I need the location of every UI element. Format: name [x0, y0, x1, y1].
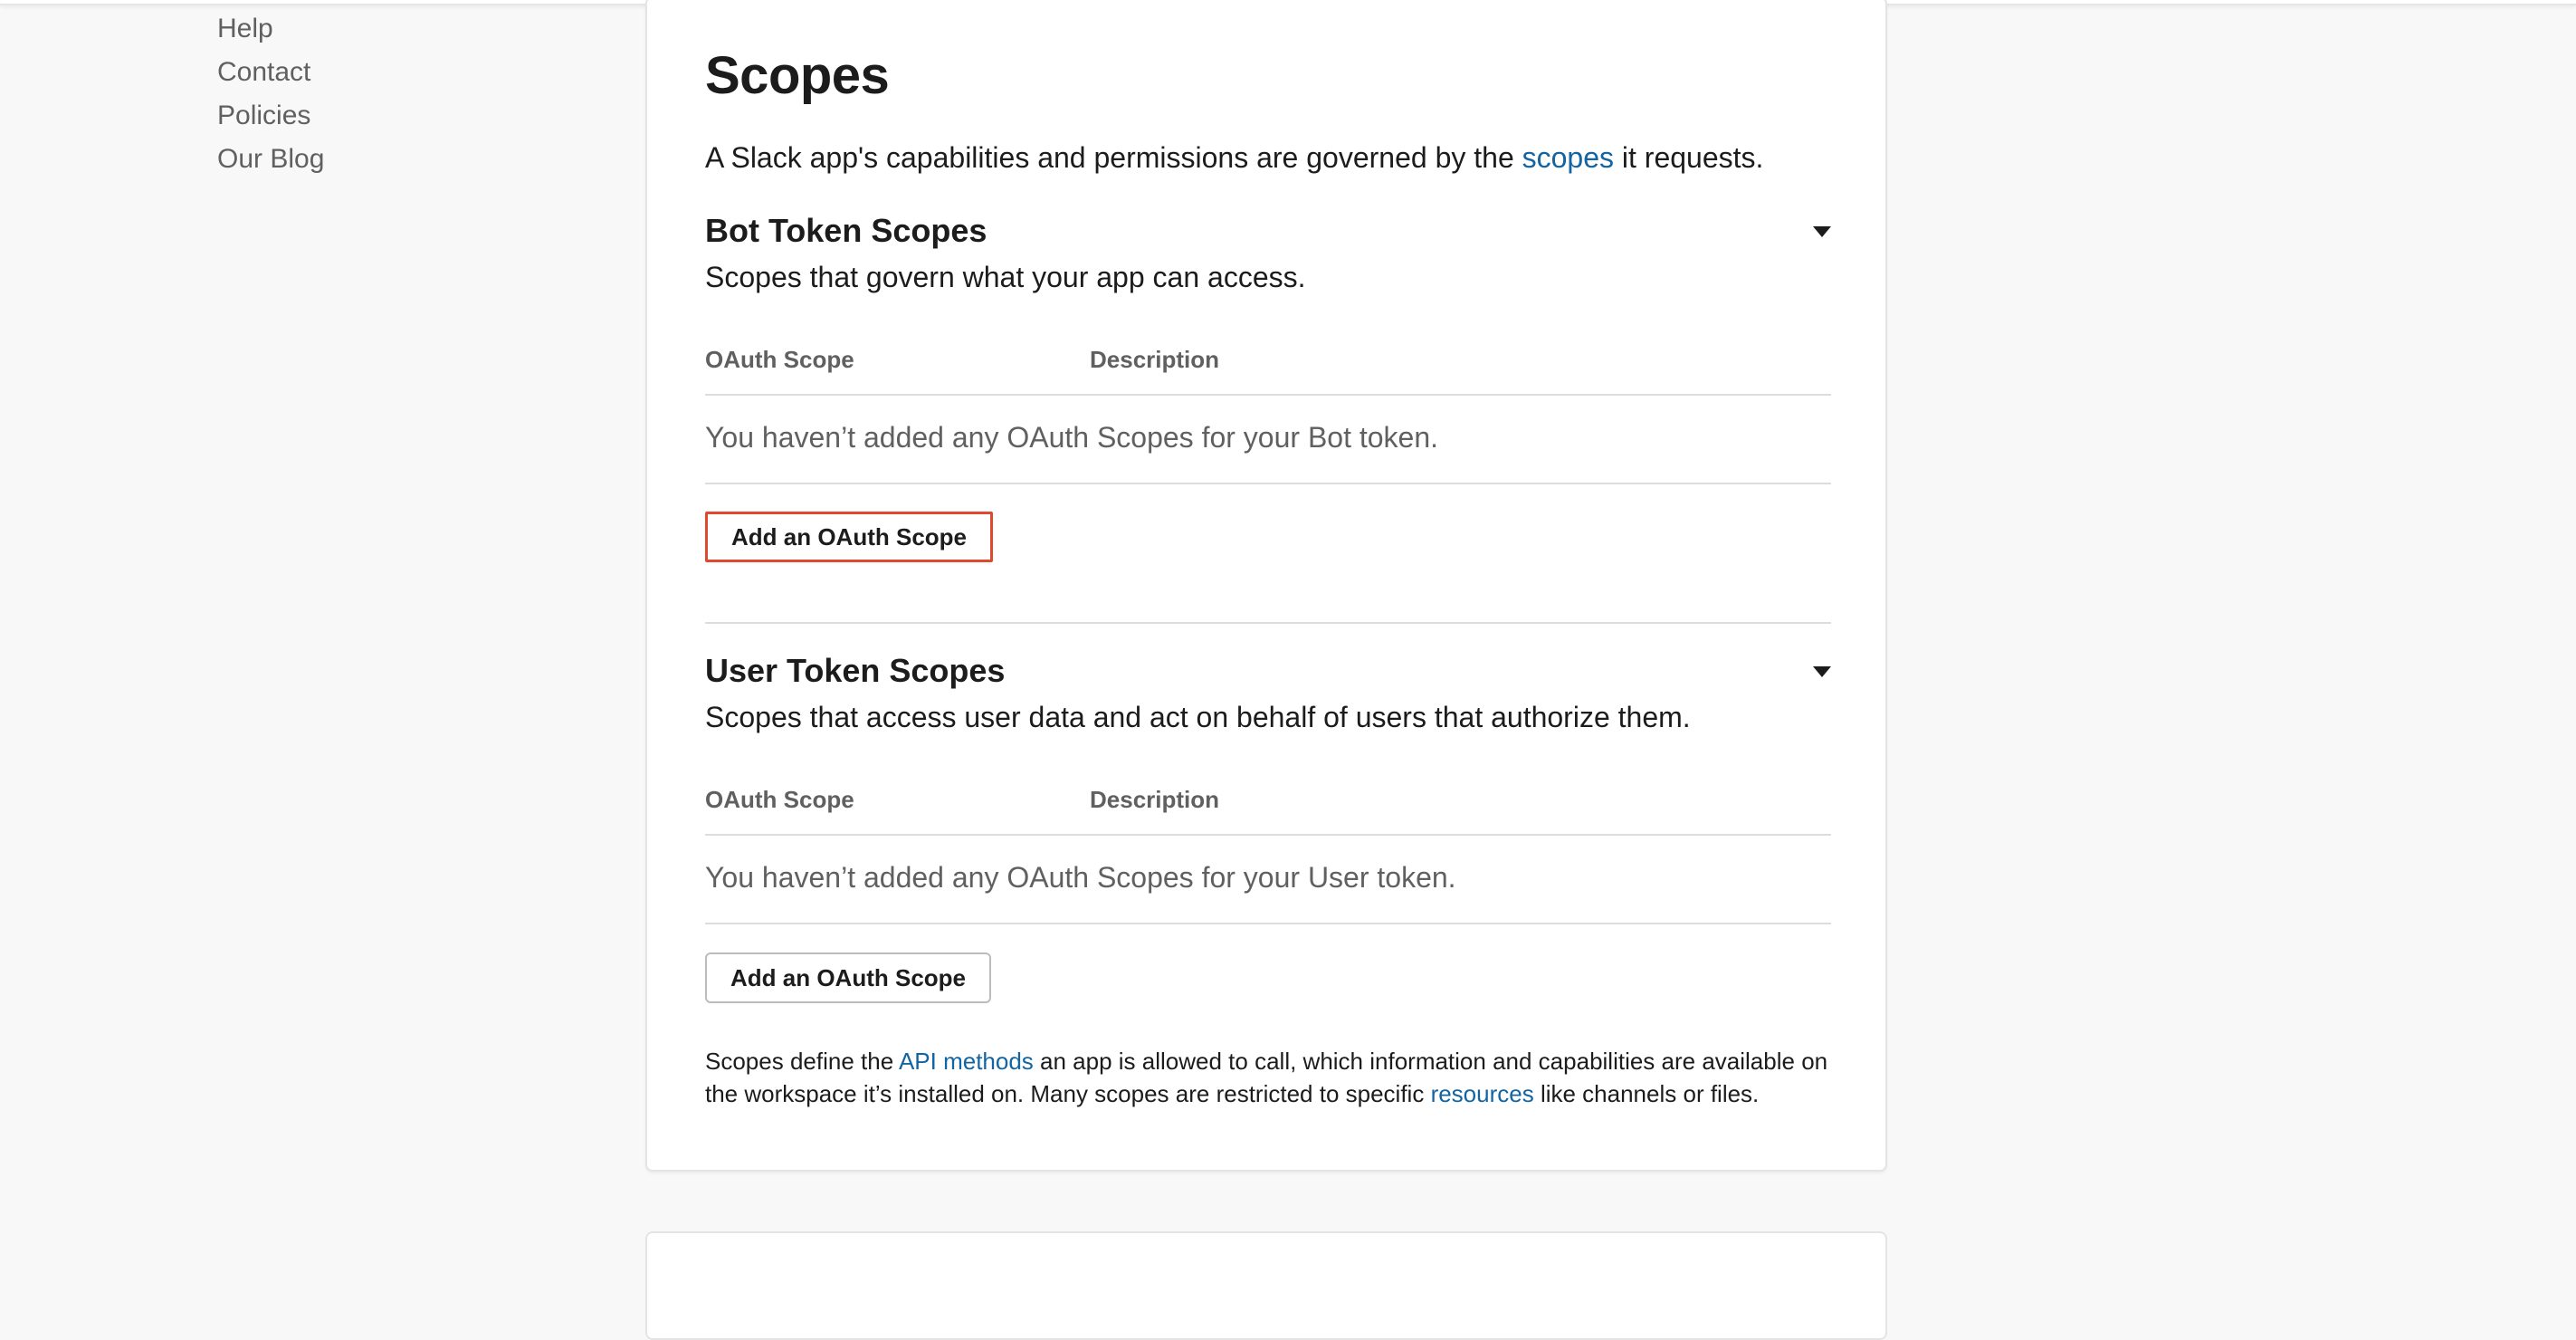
api-methods-link[interactable]: API methods	[899, 1048, 1034, 1075]
footnote-text-1: Scopes define the	[705, 1048, 899, 1075]
bot-token-scopes-description: Scopes that govern what your app can acc…	[705, 261, 1306, 293]
scopes-footnote: Scopes define the API methods an app is …	[705, 1045, 1831, 1110]
sidebar-link-policies[interactable]: Policies	[217, 94, 579, 138]
user-table-bottom-divider	[705, 923, 1831, 924]
bot-table-bottom-divider	[705, 483, 1831, 484]
section-divider	[705, 622, 1831, 624]
scopes-intro-text-end: it requests.	[1614, 141, 1764, 174]
bot-table-header-divider	[705, 394, 1831, 396]
sidebar-link-contact[interactable]: Contact	[217, 51, 579, 94]
sidebar-link-help[interactable]: Help	[217, 7, 579, 51]
bot-empty-message: You haven’t added any OAuth Scopes for y…	[705, 421, 1439, 454]
footnote-text-3: like channels or files.	[1533, 1080, 1760, 1107]
sidebar-nav: Help Contact Policies Our Blog	[217, 7, 579, 181]
user-col-description: Description	[1090, 786, 1220, 813]
user-section-collapse-caret-icon[interactable]	[1813, 666, 1831, 677]
sidebar-link-our-blog[interactable]: Our Blog	[217, 138, 579, 181]
add-user-oauth-scope-button[interactable]: Add an OAuth Scope	[705, 952, 991, 1003]
resources-link[interactable]: resources	[1431, 1080, 1534, 1107]
add-bot-oauth-scope-button[interactable]: Add an OAuth Scope	[705, 512, 993, 562]
user-token-scopes-title: User Token Scopes	[705, 652, 1006, 689]
page-title: Scopes	[705, 46, 890, 105]
user-empty-message: You haven’t added any OAuth Scopes for y…	[705, 861, 1456, 894]
scopes-link[interactable]: scopes	[1522, 141, 1614, 174]
bot-token-scopes-title: Bot Token Scopes	[705, 212, 987, 249]
scopes-intro-text: A Slack app's capabilities and permissio…	[705, 141, 1522, 174]
bot-col-oauth-scope: OAuth Scope	[705, 346, 854, 373]
bot-section-collapse-caret-icon[interactable]	[1813, 226, 1831, 237]
scopes-intro: A Slack app's capabilities and permissio…	[705, 141, 1763, 175]
user-table-header-divider	[705, 834, 1831, 836]
user-token-scopes-description: Scopes that access user data and act on …	[705, 701, 1691, 733]
user-col-oauth-scope: OAuth Scope	[705, 786, 854, 813]
scopes-card: Scopes A Slack app's capabilities and pe…	[645, 0, 1887, 1172]
bot-col-description: Description	[1090, 346, 1220, 373]
next-card	[645, 1231, 1887, 1340]
